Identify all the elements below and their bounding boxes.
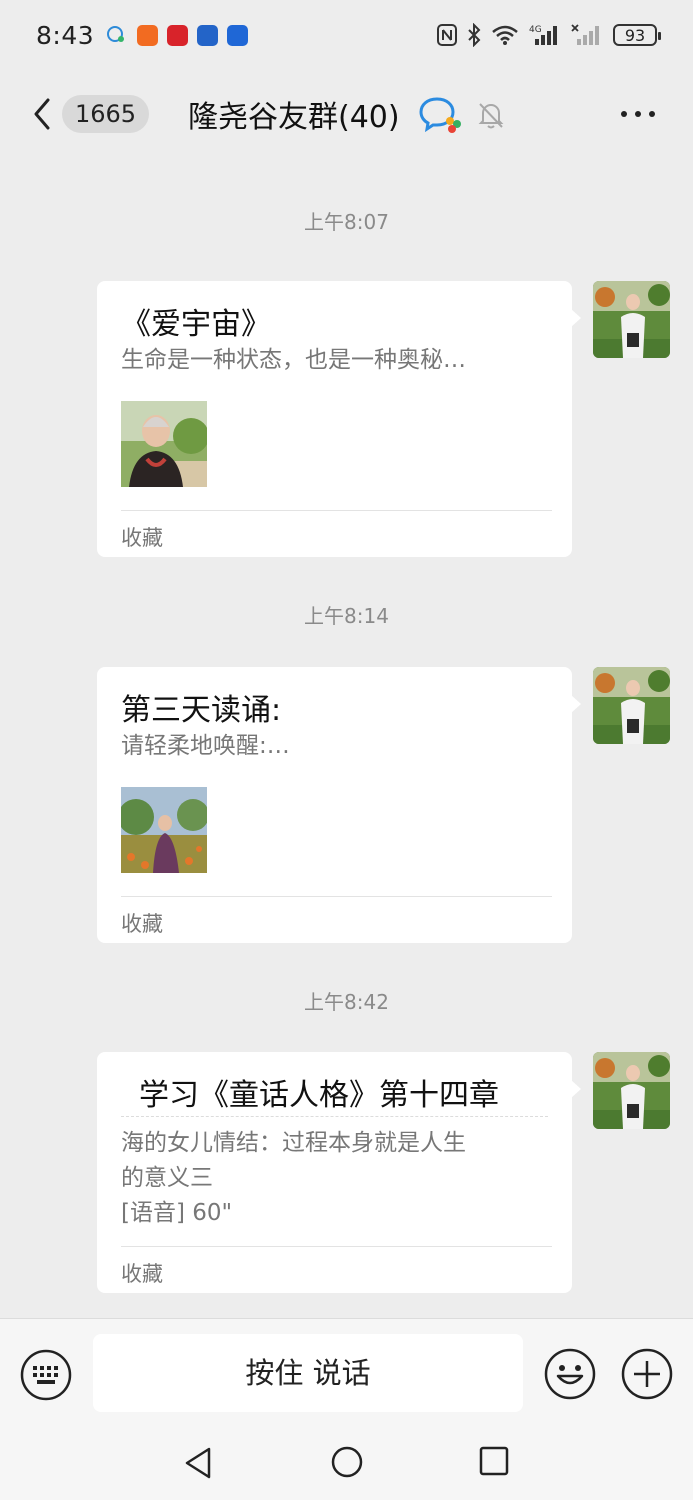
card-source-label: 收藏 <box>121 912 163 936</box>
smiley-icon <box>544 1348 596 1400</box>
favorite-card-message[interactable]: 第三天读诵: 请轻柔地唤醒:… 收藏 <box>97 667 581 943</box>
emoji-button[interactable] <box>544 1348 596 1400</box>
lightbulb-app-icon <box>227 24 249 46</box>
card-thumbnail-image <box>121 787 207 873</box>
hold-to-talk-button[interactable]: 按住 说话 <box>93 1334 523 1412</box>
card-description-line2: 的意义三 <box>121 1165 213 1191</box>
chat-header: 1665 隆尧谷友群(40) <box>0 70 693 158</box>
status-bar: 8:43 4G 93 <box>0 0 693 70</box>
triangle-back-icon <box>185 1447 211 1479</box>
svg-text:4G: 4G <box>529 25 542 35</box>
square-recents-icon <box>479 1446 509 1476</box>
chat-bubble-icon <box>106 24 128 46</box>
battery-indicator: 93 <box>613 24 661 46</box>
mute-bell-icon <box>477 100 505 130</box>
card-description: 生命是一种状态，也是一种奥秘… <box>121 347 466 373</box>
blue-app-icon <box>197 24 219 46</box>
back-button[interactable] <box>28 94 56 134</box>
chevron-left-icon <box>34 98 50 130</box>
circle-home-icon <box>331 1446 363 1478</box>
nav-home-button[interactable] <box>330 1445 364 1479</box>
unread-count-badge[interactable]: 1665 <box>62 95 150 133</box>
more-dots-icon <box>621 111 655 117</box>
card-title: 第三天读诵: <box>121 693 282 728</box>
card-source-label: 收藏 <box>121 1262 163 1286</box>
notification-icons <box>106 24 249 46</box>
nfc-icon <box>437 24 457 46</box>
card-voice-info: [语音] 60" <box>121 1200 233 1226</box>
message-timestamp: 上午8:14 <box>304 604 389 628</box>
wifi-icon <box>491 24 519 46</box>
sender-avatar[interactable] <box>593 281 670 358</box>
card-divider <box>121 896 552 897</box>
enterprise-chat-icon <box>419 96 463 134</box>
signal-no-service-icon <box>571 23 603 47</box>
sender-avatar[interactable] <box>593 667 670 744</box>
keyboard-icon <box>20 1349 72 1401</box>
signal-4g-icon: 4G <box>529 23 561 47</box>
more-options-button[interactable] <box>618 102 658 126</box>
sender-avatar[interactable] <box>593 1052 670 1129</box>
favorite-card-message[interactable]: 学习《童话人格》第十四章 海的女儿情结：过程本身就是人生 的意义三 [语音] 6… <box>97 1052 581 1293</box>
orange-app-icon <box>137 24 159 46</box>
plus-circle-icon <box>621 1348 673 1400</box>
card-title: 学习《童话人格》第十四章 <box>139 1078 499 1113</box>
bluetooth-icon <box>467 23 481 47</box>
favorite-card-message[interactable]: 《爱宇宙》 生命是一种状态，也是一种奥秘… 收藏 <box>97 281 581 557</box>
card-title: 《爱宇宙》 <box>121 307 271 342</box>
more-functions-button[interactable] <box>621 1348 673 1400</box>
card-thumbnail-image <box>121 401 207 487</box>
chat-input-bar: 按住 说话 <box>0 1318 693 1428</box>
system-icons: 4G 93 <box>437 23 661 47</box>
card-divider <box>121 1246 552 1247</box>
keyboard-toggle-button[interactable] <box>20 1349 72 1401</box>
nav-recents-button[interactable] <box>478 1445 510 1477</box>
message-timestamp: 上午8:07 <box>304 210 389 234</box>
nav-back-button[interactable] <box>183 1445 215 1481</box>
status-time: 8:43 <box>36 20 95 50</box>
system-navigation-bar <box>0 1428 693 1500</box>
message-timestamp: 上午8:42 <box>304 990 389 1014</box>
card-description-line1: 海的女儿情结：过程本身就是人生 <box>121 1130 466 1156</box>
card-source-label: 收藏 <box>121 526 163 550</box>
card-divider <box>121 510 552 511</box>
card-description: 请轻柔地唤醒:… <box>121 733 290 759</box>
red-app-icon <box>167 24 189 46</box>
chat-title[interactable]: 隆尧谷友群(40) <box>188 92 400 136</box>
title-divider <box>121 1116 548 1117</box>
